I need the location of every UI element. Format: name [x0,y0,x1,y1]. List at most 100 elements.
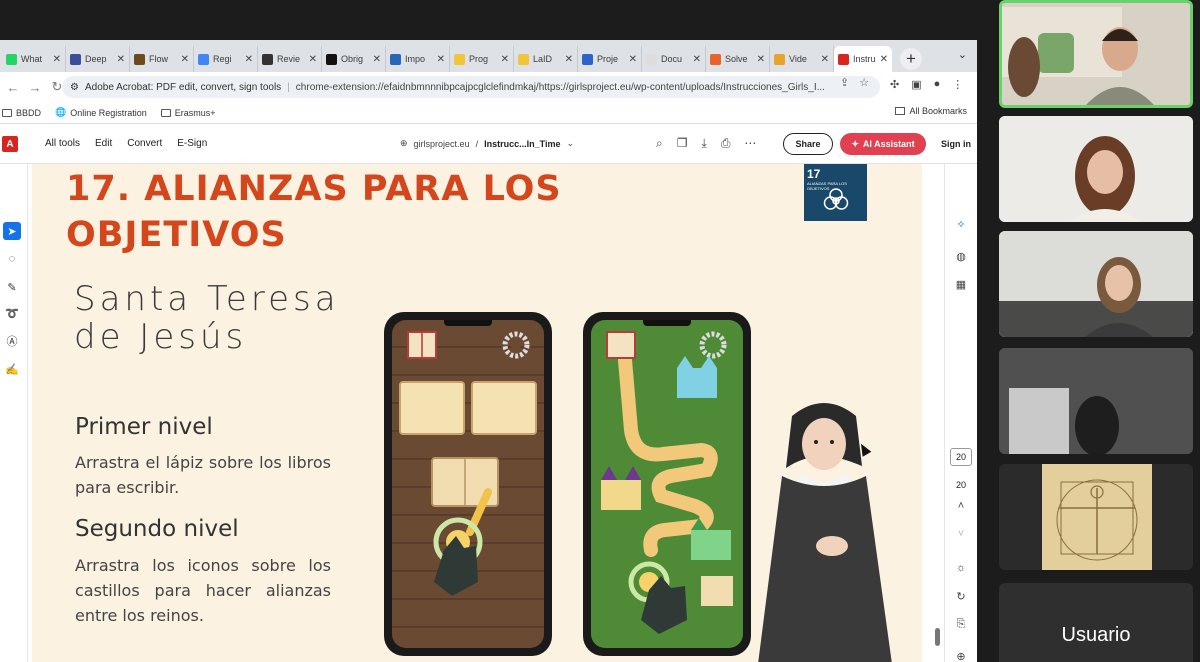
bookmark-online-registration[interactable]: 🌐 Online Registration [55,107,147,118]
bookmark-bbdd[interactable]: BBDD [2,108,41,118]
text-select-icon[interactable]: Ⓐ [3,332,21,350]
browser-tab[interactable]: Docu ✕ [642,46,706,72]
phone-level-1 [384,312,552,656]
browser-tab[interactable]: Solve ✕ [706,46,770,72]
participant-4-video [999,348,1193,454]
chevron-down-icon[interactable]: ⌄ [566,138,574,149]
thumbnails-icon[interactable]: ▦ [953,276,969,292]
tab-close-icon[interactable]: ✕ [373,54,381,65]
tab-close-icon[interactable]: ✕ [309,54,317,65]
browser-tab[interactable]: Revie ✕ [258,46,322,72]
rotate-icon[interactable]: ↻ [953,588,969,604]
browser-tab[interactable]: LaID ✕ [514,46,578,72]
video-call-panel: Usuario [977,0,1200,662]
all-bookmarks[interactable]: All Bookmarks [895,106,967,116]
saint-line-2: de Jesús [74,317,248,357]
browser-tab[interactable]: Instru ✕ [834,46,892,72]
document-save-icon[interactable]: ⎘ [953,616,969,632]
side-panel-icon[interactable]: ▣ [911,78,921,91]
tab-close-icon[interactable]: ✕ [693,54,701,65]
menu-edit[interactable]: Edit [95,138,112,149]
browser-tab[interactable]: Prog ✕ [450,46,514,72]
tab-close-icon[interactable]: ✕ [53,54,61,65]
tab-close-icon[interactable]: ✕ [181,54,189,65]
forward-icon[interactable]: → [28,80,42,95]
more-icon[interactable]: ⋯ [744,136,756,151]
sign-icon[interactable]: ✍ [3,360,21,378]
download-icon[interactable]: ⤓ [702,136,707,151]
tab-close-icon[interactable]: ✕ [821,54,829,65]
pdf-scrollbar-thumb[interactable] [935,628,940,646]
browser-tab[interactable]: Vide ✕ [770,46,834,72]
page-down-icon[interactable]: ˅ [953,526,969,542]
tab-close-icon[interactable]: ✕ [757,54,765,65]
browser-tab[interactable]: Deep ✕ [66,46,130,72]
browser-tab[interactable]: Impo ✕ [386,46,450,72]
menu-convert[interactable]: Convert [127,138,162,149]
bookmark-erasmus[interactable]: Erasmus+ [160,108,216,118]
ai-assistant-button[interactable]: ✦ AI Assistant [840,133,926,155]
document-breadcrumb: ⊕ girlsproject.eu / Instrucc...In_Time ⌄ [400,138,574,149]
video-tile-participant-4[interactable] [999,348,1193,454]
doc-domain: girlsproject.eu [413,138,470,149]
video-tile-participant-3[interactable] [999,231,1193,337]
tab-close-icon[interactable]: ✕ [245,54,253,65]
print-icon[interactable]: ⎙ [721,136,731,151]
profile-icon[interactable]: ● [934,78,941,91]
tab-close-icon[interactable]: ✕ [565,54,573,65]
brightness-icon[interactable]: ☼ [953,560,969,576]
video-tile-participant-1[interactable] [999,0,1193,108]
level-1-text: Arrastra el lápiz sobre los libros para … [75,453,331,497]
omnibox[interactable]: ⚙ Adobe Acrobat: PDF edit, convert, sign… [62,76,880,98]
pdf-page: 17. ALIANZAS PARA LOS OBJETIVOS 17 ALIAN… [32,164,922,662]
lasso-icon[interactable]: ➰ [3,304,21,322]
browser-tab[interactable]: Obrig ✕ [322,46,386,72]
tab-close-icon[interactable]: ✕ [437,54,445,65]
search-icon[interactable]: ⌕ [656,136,663,151]
share-button[interactable]: Share [783,133,833,155]
video-tile-participant-5[interactable] [999,464,1193,570]
tab-search-chevron-icon[interactable]: ⌄ [958,48,967,61]
acrobat-logo-icon[interactable]: A [2,136,18,152]
tab-favicon-icon [838,53,849,65]
tab-close-icon[interactable]: ✕ [880,54,888,65]
tab-close-icon[interactable]: ✕ [501,54,509,65]
comment-icon[interactable]: ◌ [3,250,21,268]
all-bookmarks-label: All Bookmarks [909,106,967,116]
sign-in-link[interactable]: Sign in [941,139,971,149]
page-up-icon[interactable]: ˄ [953,498,969,514]
bookmark-star-icon[interactable]: ☆ [859,76,869,89]
shared-screen: What ✕ Deep ✕ Flow ✕ Regi ✕ Revie ✕ Obrig ✕ Impo ✕ Pro… [0,40,977,662]
browser-tab[interactable]: Regi ✕ [194,46,258,72]
tab-close-icon[interactable]: ✕ [117,54,125,65]
select-cursor-icon[interactable]: ➤ [3,222,21,240]
doc-name[interactable]: Instrucc...In_Time [484,139,560,149]
video-tile-usuario[interactable]: Usuario [999,583,1193,662]
extensions-icon[interactable]: ✣ [890,78,899,91]
browser-tab[interactable]: What ✕ [2,46,66,72]
browser-tab[interactable]: Proje ✕ [578,46,642,72]
new-tab-button[interactable]: + [900,48,922,70]
page-number-input[interactable]: 20 [950,448,972,466]
tab-close-icon[interactable]: ✕ [629,54,637,65]
zoom-in-icon[interactable]: ⊕ [953,648,969,662]
comments-panel-icon[interactable]: ◍ [953,248,969,264]
santa-teresa-illustration [758,403,892,662]
ai-summary-icon[interactable]: ✧ [953,216,969,232]
menu-esign[interactable]: E-Sign [177,138,207,149]
pen-icon[interactable]: ✎ [3,278,21,296]
browser-menu-icon[interactable]: ⋮ [952,78,963,91]
address-bar-row: ← → ↻ ⚙ Adobe Acrobat: PDF edit, convert… [0,72,977,102]
tab-label: Regi [213,54,232,64]
share-page-icon[interactable]: ⇪ [840,76,849,89]
tab-favicon-icon [454,53,465,65]
phone-notch [643,320,691,326]
pages-icon[interactable]: ❐ [677,136,688,151]
tab-label: Impo [405,54,426,64]
back-icon[interactable]: ← [6,80,20,95]
tab-favicon-icon [774,53,785,65]
menu-all-tools[interactable]: All tools [45,138,80,149]
browser-tab[interactable]: Flow ✕ [130,46,194,72]
participant-name-label: Usuario [1061,624,1131,646]
video-tile-participant-2[interactable] [999,116,1193,222]
